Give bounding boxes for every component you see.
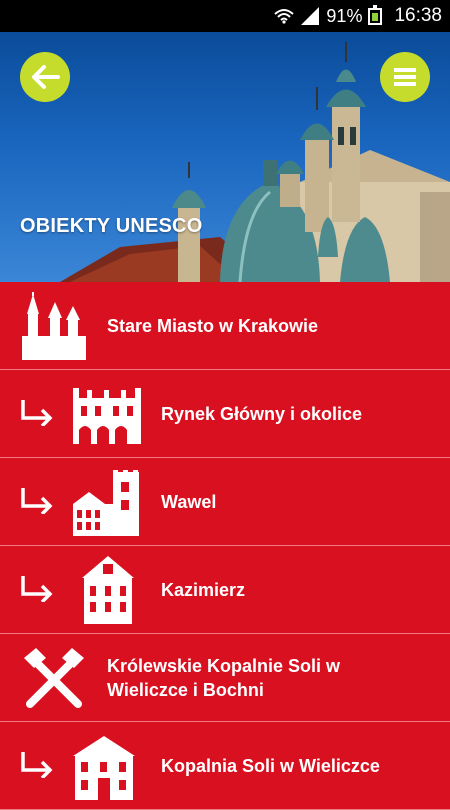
status-bar: 91% 16:38	[0, 0, 450, 32]
page-title: OBIEKTY UNESCO	[20, 215, 203, 237]
list-item-stare-miasto[interactable]: Stare Miasto w Krakowie	[0, 282, 450, 370]
back-button[interactable]	[20, 52, 70, 102]
list-item-rynek-glowny[interactable]: Rynek Główny i okolice	[0, 370, 450, 458]
list-item-label: Rynek Główny i okolice	[161, 403, 363, 424]
sub-item-arrow-icon	[21, 400, 53, 426]
back-arrow-icon	[32, 65, 60, 89]
mine-building-icon	[73, 736, 135, 800]
battery-percent: 91%	[326, 5, 363, 26]
crossed-hammers-icon	[24, 648, 84, 708]
list-item-wawel[interactable]: Wawel	[0, 458, 450, 546]
cloth-hall-icon	[73, 388, 141, 444]
sub-item-arrow-icon	[21, 488, 53, 514]
castle-icon	[73, 470, 139, 536]
wifi-icon	[274, 8, 295, 24]
hamburger-menu-icon	[394, 68, 416, 86]
battery-icon	[368, 4, 383, 25]
list-item-label: Kazimierz	[161, 579, 246, 600]
menu-button[interactable]	[380, 52, 430, 102]
clock: 16:38	[394, 5, 442, 26]
church-towers-icon	[22, 292, 86, 360]
list-item-label: Stare Miasto w Krakowie	[107, 315, 319, 336]
sub-item-arrow-icon	[21, 752, 53, 778]
list-item-label: Królewskie Kopalnie Soli w Wieliczce i B…	[107, 655, 341, 700]
list-item-label: Kopalnia Soli w Wieliczce	[161, 755, 380, 776]
list-item-krolewskie-kopalnie[interactable]: Królewskie Kopalnie Soli w Wieliczce i B…	[0, 634, 450, 722]
list-item-label: Wawel	[161, 491, 217, 512]
list-item-kazimierz[interactable]: Kazimierz	[0, 546, 450, 634]
sub-item-arrow-icon	[21, 576, 53, 602]
header-banner: OBIEKTY UNESCO	[0, 32, 450, 282]
signal-icon	[301, 7, 320, 25]
unesco-site-list: Stare Miasto w Krakowie Rynek Główny i o…	[0, 282, 450, 810]
tower-building-icon	[82, 556, 134, 624]
list-item-kopalnia-wieliczka[interactable]: Kopalnia Soli w Wieliczce	[0, 722, 450, 810]
